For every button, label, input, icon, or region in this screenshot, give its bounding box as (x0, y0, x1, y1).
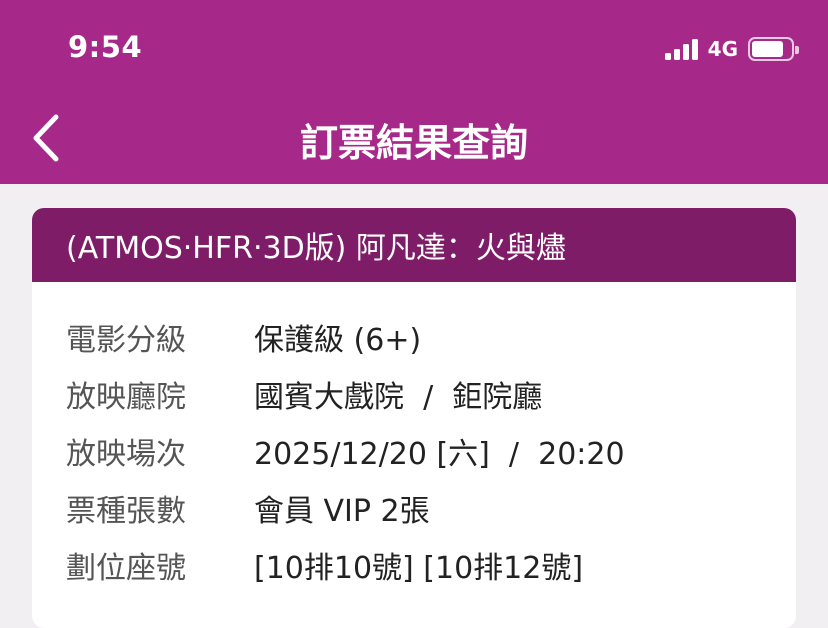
status-time: 9:54 (68, 30, 143, 64)
app-header: 9:54 4G 訂票結果查詢 (0, 0, 828, 184)
page-title: 訂票結果查詢 (299, 121, 528, 165)
detail-row-theater: 放映廳院 國賓大戲院 / 鉅院廳 (32, 365, 796, 422)
row-label: 放映廳院 (66, 379, 186, 415)
signal-icon (664, 38, 698, 60)
card-header: (ATMOS‧HFR‧3D版) 阿凡達：火與燼 (32, 208, 796, 282)
movie-title: (ATMOS‧HFR‧3D版) 阿凡達：火與燼 (66, 231, 566, 266)
row-label: 電影分級 (66, 322, 186, 358)
detail-row-showtime: 放映場次 2025/12/20 [六] / 20:20 (32, 422, 796, 479)
row-value: 國賓大戲院 / 鉅院廳 (254, 379, 543, 415)
row-label: 劃位座號 (66, 550, 186, 586)
status-indicators: 4G (664, 36, 799, 62)
row-label: 放映場次 (66, 436, 186, 472)
row-value: 會員 VIP 2張 (254, 493, 430, 529)
detail-row-seats: 劃位座號 [10排10號] [10排12號] (32, 536, 796, 593)
row-label: 票種張數 (66, 493, 186, 529)
ticket-details: 電影分級 保護級 (6+) 放映廳院 國賓大戲院 / 鉅院廳 放映場次 2025… (32, 282, 796, 593)
network-type: 4G (707, 37, 738, 61)
battery-icon (748, 37, 799, 61)
detail-row-rating: 電影分級 保護級 (6+) (32, 308, 796, 365)
row-value: [10排10號] [10排12號] (254, 550, 584, 586)
booking-result-card: (ATMOS‧HFR‧3D版) 阿凡達：火與燼 電影分級 保護級 (6+) 放映… (32, 208, 796, 628)
row-value: 保護級 (6+) (254, 322, 422, 358)
row-value: 2025/12/20 [六] / 20:20 (254, 436, 625, 472)
detail-row-ticket-type: 票種張數 會員 VIP 2張 (32, 479, 796, 536)
